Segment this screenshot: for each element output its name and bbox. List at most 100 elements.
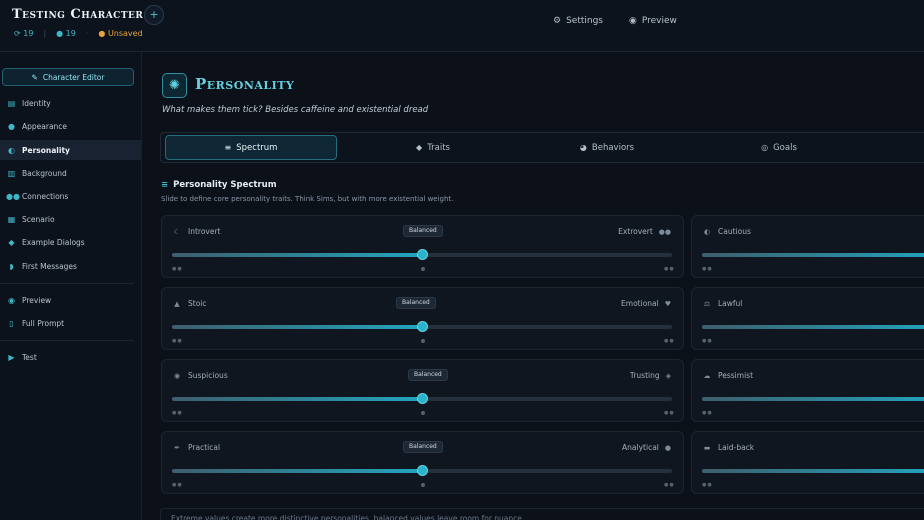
slider-left-label: ☁ Pessimist	[703, 371, 754, 380]
slider-fill	[172, 325, 422, 329]
slider-handle[interactable]	[417, 321, 428, 332]
brain-icon: ◐	[8, 145, 15, 155]
slider-handle[interactable]	[417, 393, 428, 404]
main-content: ✺ Personality What makes them tick? Besi…	[142, 52, 924, 520]
slider-fill	[172, 397, 422, 401]
slider-fill	[172, 253, 422, 257]
sidebar-item-example-dialogs[interactable]: ◆ Example Dialogs	[0, 232, 141, 252]
sidebar-item-full-prompt[interactable]: ▯ Full Prompt	[0, 313, 141, 333]
slider-track[interactable]	[702, 397, 924, 401]
sidebar: ✎ Character Editor ▤ Identity ● Appearance …	[0, 52, 142, 520]
sidebar-item-background[interactable]: ▥ Background	[0, 163, 141, 183]
slider-card: ◐ Cautious ●●	[691, 215, 924, 278]
slider-card: ☁ Pessimist ●●	[691, 359, 924, 422]
spectrum-footnote: Extreme values create more distinctive p…	[160, 508, 924, 520]
slider-track[interactable]	[702, 469, 924, 473]
section-title: Personality	[195, 75, 295, 93]
slider-right-label: Analytical ●	[622, 443, 671, 452]
slider-left-label: ▲ Stoic	[172, 299, 206, 308]
brain-icon: ✺	[162, 73, 187, 98]
token-stat: ● 19	[56, 29, 76, 38]
sidebar-item-appearance[interactable]: ● Appearance	[0, 116, 141, 136]
slider-track[interactable]	[172, 393, 672, 404]
slider-min-marker: ●●	[702, 266, 713, 272]
mountain-icon: ▲	[174, 299, 180, 308]
tab-goals[interactable]: ◎ Goals	[693, 135, 865, 160]
slider-track[interactable]	[702, 253, 924, 257]
document-icon: ▯	[9, 318, 14, 328]
sync-icon: ⟳	[14, 29, 21, 38]
slider-right-label: Trusting ◈	[629, 371, 671, 380]
slider-track[interactable]	[702, 325, 924, 329]
book-icon: ▥	[7, 168, 16, 178]
slider-card: ☾ Introvert Balanced Extrovert ●● ●● ●●	[161, 215, 684, 278]
sidebar-item-identity[interactable]: ▤ Identity	[0, 93, 141, 113]
slider-fill	[702, 253, 924, 257]
slider-left-label: ✒ Practical	[172, 443, 220, 452]
sync-stat: ⟳ 19	[14, 29, 34, 38]
slider-card: ⚖ Lawful ●●	[691, 287, 924, 350]
sliders-icon: ≡	[161, 180, 169, 190]
slider-center-marker	[421, 483, 425, 487]
unsaved-status: ● Unsaved	[98, 29, 143, 38]
gear-icon: ⚙	[553, 16, 562, 26]
slider-fill	[172, 469, 422, 473]
couch-icon: ▬	[703, 443, 711, 452]
tab-traits[interactable]: ◆ Traits	[347, 135, 519, 160]
target-icon: ◎	[761, 143, 769, 152]
people-icon: ●●	[6, 191, 20, 201]
slider-badge: Balanced	[403, 441, 443, 453]
sidebar-item-connections[interactable]: ●● Connections	[0, 186, 141, 206]
preview-button[interactable]: ◉ Preview	[629, 16, 677, 26]
slider-card: ✒ Practical Balanced Analytical ● ●● ●●	[161, 431, 684, 494]
user-edit-icon: ✎	[31, 72, 38, 82]
tab-behaviors[interactable]: ◕ Behaviors	[521, 135, 693, 160]
slider-center-marker	[421, 411, 425, 415]
shield-icon: ◐	[703, 227, 711, 236]
sidebar-item-first-messages[interactable]: ◗ First Messages	[0, 256, 141, 276]
heart-icon: ♥	[664, 299, 671, 308]
slider-max-marker: ●●	[664, 266, 675, 272]
section-subtitle: What makes them tick? Besides caffeine a…	[162, 105, 429, 115]
cloud-icon: ☁	[703, 371, 711, 380]
stat-separator: ·	[85, 29, 89, 38]
stat-divider: |	[43, 29, 47, 38]
slider-badge: Balanced	[403, 225, 443, 237]
slider-fill	[702, 325, 924, 329]
handshake-icon: ◈	[665, 371, 671, 380]
spectrum-subtitle: Slide to define core personality traits.…	[161, 195, 454, 203]
slider-track[interactable]	[172, 465, 672, 476]
tab-spectrum[interactable]: ≡ Spectrum	[165, 135, 337, 160]
people-icon: ●●	[658, 227, 671, 236]
slider-fill	[702, 469, 924, 473]
message-icon: ◗	[9, 261, 14, 271]
slider-handle[interactable]	[417, 465, 428, 476]
map-icon: ▦	[7, 214, 16, 224]
slider-max-marker: ●●	[664, 482, 675, 488]
scales-icon: ⚖	[703, 299, 711, 308]
sidebar-item-test[interactable]: ▶ Test	[0, 347, 141, 367]
settings-button[interactable]: ⚙ Settings	[553, 16, 603, 26]
slider-right-label: Emotional ♥	[621, 299, 671, 308]
slider-min-marker: ●●	[702, 482, 713, 488]
play-icon: ▶	[8, 352, 15, 362]
sidebar-item-scenario[interactable]: ▦ Scenario	[0, 209, 141, 229]
slider-track[interactable]	[172, 249, 672, 260]
eye-icon: ◉	[629, 16, 637, 26]
slider-min-marker: ●●	[172, 482, 183, 488]
character-editor-button[interactable]: ✎ Character Editor	[2, 68, 134, 86]
slider-card: ◉ Suspicious Balanced Trusting ◈ ●● ●●	[161, 359, 684, 422]
slider-min-marker: ●●	[702, 338, 713, 344]
sidebar-item-preview[interactable]: ◉ Preview	[0, 290, 141, 310]
slider-badge: Balanced	[408, 369, 448, 381]
slider-badge: Balanced	[396, 297, 436, 309]
slider-min-marker: ●●	[172, 266, 183, 272]
chat-icon: ◆	[8, 237, 15, 247]
sidebar-item-personality[interactable]: ◐ Personality	[0, 140, 141, 160]
masks-icon: ◕	[579, 143, 587, 152]
add-button[interactable]: +	[144, 5, 164, 25]
dot-icon: ●	[56, 29, 64, 38]
eye-icon: ◉	[173, 371, 181, 380]
slider-handle[interactable]	[417, 249, 428, 260]
slider-track[interactable]	[172, 321, 672, 332]
